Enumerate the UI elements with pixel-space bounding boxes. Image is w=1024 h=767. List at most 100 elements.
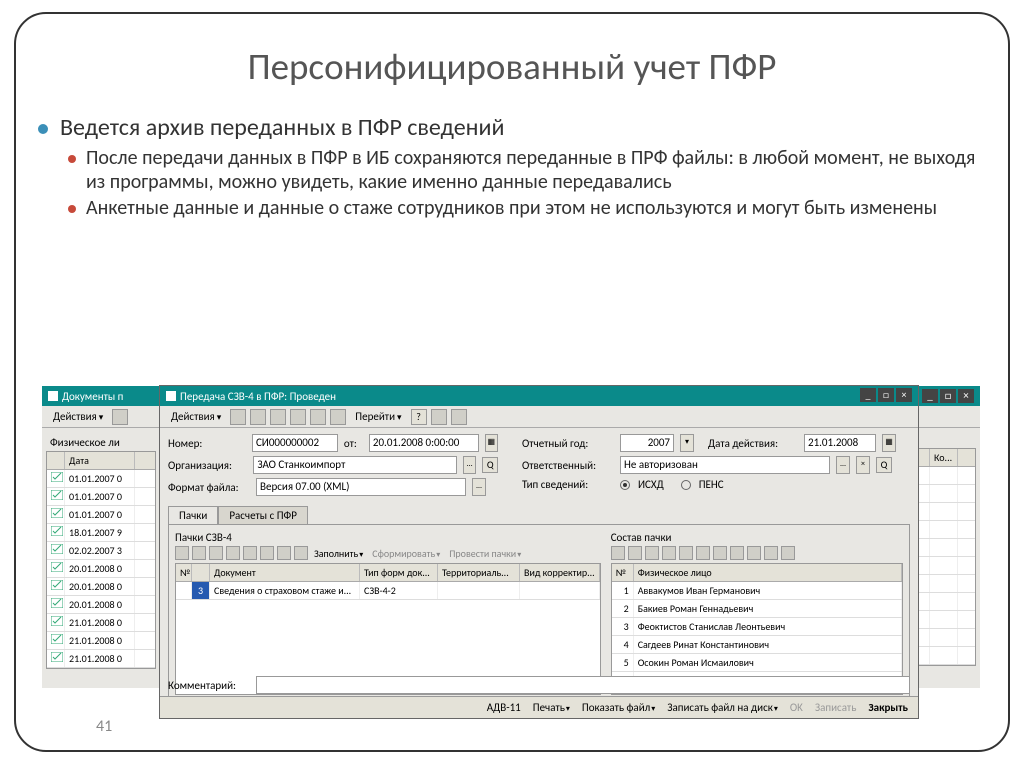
cell-doc: Сведения о страховом стаже и... bbox=[210, 582, 360, 599]
select-icon[interactable]: … bbox=[472, 478, 486, 496]
col-date: Дата bbox=[65, 452, 135, 469]
tab-packs[interactable]: Пачки bbox=[168, 506, 218, 524]
toolbar-icon[interactable] bbox=[662, 546, 676, 560]
comment-field[interactable] bbox=[256, 676, 910, 694]
radio-pens[interactable] bbox=[681, 480, 691, 490]
maximize-icon[interactable]: □ bbox=[878, 388, 894, 402]
window-documents-title: Документы п bbox=[42, 386, 160, 406]
clear-icon[interactable]: × bbox=[856, 456, 870, 474]
row-icon bbox=[47, 578, 65, 595]
toolbar-icon[interactable] bbox=[243, 546, 257, 560]
select-icon[interactable]: … bbox=[836, 456, 850, 474]
toolbar-icon[interactable] bbox=[764, 546, 778, 560]
toolbar-icon[interactable] bbox=[226, 546, 240, 560]
toolbar-icon[interactable] bbox=[645, 546, 659, 560]
date-picker-icon[interactable]: ▦ bbox=[882, 434, 896, 452]
table-row[interactable]: 3 Сведения о страховом стаже и... СЗВ-4-… bbox=[176, 582, 600, 600]
print-button[interactable]: Печать bbox=[531, 701, 572, 714]
toolbar-icon[interactable] bbox=[747, 546, 761, 560]
stepper-icon[interactable]: ▾ bbox=[680, 434, 694, 452]
row-icon bbox=[47, 470, 65, 487]
toolbar-icon[interactable] bbox=[696, 546, 710, 560]
toolbar-icon[interactable] bbox=[209, 546, 223, 560]
table-row[interactable]: 1Аввакумов Иван Германович bbox=[612, 582, 902, 600]
minimize-icon[interactable]: _ bbox=[860, 388, 876, 402]
date-picker-icon[interactable]: ▦ bbox=[485, 434, 498, 452]
year-field[interactable]: 2007 bbox=[620, 434, 674, 452]
toolbar-icon[interactable] bbox=[310, 409, 326, 425]
close-button[interactable]: Закрыть bbox=[866, 701, 910, 714]
table-row[interactable]: 20.01.2008 0 bbox=[47, 560, 155, 578]
savefile-button[interactable]: Записать файл на диск bbox=[665, 701, 780, 714]
toolbar-icon[interactable] bbox=[330, 409, 346, 425]
toolbar-icon[interactable] bbox=[431, 409, 447, 425]
bullet-1-2: Анкетные данные и данные о стаже сотрудн… bbox=[68, 196, 986, 220]
org-field[interactable]: ЗАО Станкоимпорт bbox=[253, 456, 456, 474]
minimize-icon[interactable]: _ bbox=[922, 389, 938, 403]
toolbar-icon[interactable] bbox=[270, 409, 286, 425]
help-icon[interactable]: ? bbox=[411, 409, 427, 425]
form-button[interactable]: Сформировать bbox=[369, 547, 443, 560]
adv11-button[interactable]: АДВ-11 bbox=[485, 701, 523, 714]
ok-button[interactable]: OK bbox=[788, 701, 805, 714]
panel-packs-title: Пачки СЗВ-4 bbox=[175, 531, 601, 544]
toolbar-icon[interactable] bbox=[250, 409, 266, 425]
close-icon[interactable]: × bbox=[896, 388, 912, 402]
toolbar-icon[interactable] bbox=[230, 409, 246, 425]
table-row[interactable]: 21.01.2008 0 bbox=[47, 632, 155, 650]
toolbar-icon[interactable] bbox=[112, 409, 128, 425]
process-button[interactable]: Провести пачки bbox=[446, 547, 524, 560]
toolbar-icon[interactable] bbox=[290, 409, 306, 425]
number-field[interactable]: СИ000000002 bbox=[252, 434, 338, 452]
toolbar-icon[interactable] bbox=[175, 546, 189, 560]
toolbar-icon[interactable] bbox=[713, 546, 727, 560]
actions-menu[interactable]: Действия bbox=[48, 408, 108, 425]
table-row[interactable]: 01.01.2007 0 bbox=[47, 506, 155, 524]
toolbar-icon[interactable] bbox=[730, 546, 744, 560]
goto-menu[interactable]: Перейти bbox=[350, 408, 406, 425]
date-act-field[interactable]: 21.01.2008 bbox=[804, 434, 876, 452]
toolbar-icon[interactable] bbox=[192, 546, 206, 560]
toolbar-icon[interactable] bbox=[611, 546, 625, 560]
toolbar-icon[interactable] bbox=[294, 546, 308, 560]
table-row[interactable]: 3Феоктистов Станислав Леонтьевич bbox=[612, 618, 902, 636]
select-icon[interactable]: … bbox=[463, 456, 477, 474]
close-icon[interactable]: × bbox=[958, 389, 974, 403]
table-row[interactable]: 01.01.2007 0 bbox=[47, 470, 155, 488]
write-button[interactable]: Записать bbox=[813, 701, 858, 714]
field-label: Физическое ли bbox=[50, 436, 156, 449]
toolbar-icon[interactable] bbox=[277, 546, 291, 560]
maximize-icon[interactable]: □ bbox=[940, 389, 956, 403]
org-label: Организация: bbox=[168, 459, 247, 472]
table-row[interactable]: 2Бакиев Роман Геннадьевич bbox=[612, 600, 902, 618]
fill-button[interactable]: Заполнить bbox=[311, 547, 366, 560]
toolbar-icon[interactable] bbox=[679, 546, 693, 560]
resp-field[interactable]: Не авторизован bbox=[620, 456, 830, 474]
bullet-1: Ведется архив переданных в ПФР сведений bbox=[38, 113, 986, 142]
table-row[interactable]: 5Осокин Роман Исмаилович bbox=[612, 654, 902, 672]
toolbar-icon[interactable] bbox=[260, 546, 274, 560]
radio-ishd[interactable] bbox=[620, 480, 630, 490]
row-icon bbox=[47, 524, 65, 541]
table-row[interactable]: 02.02.2007 3 bbox=[47, 542, 155, 560]
col-ko: Ко... bbox=[930, 449, 958, 466]
actions-menu[interactable]: Действия bbox=[166, 408, 226, 425]
table-row[interactable]: 21.01.2008 0 bbox=[47, 614, 155, 632]
toolbar-icon[interactable] bbox=[781, 546, 795, 560]
table-row[interactable]: 01.01.2007 0 bbox=[47, 488, 155, 506]
table-row[interactable]: 20.01.2008 0 bbox=[47, 596, 155, 614]
showfile-button[interactable]: Показать файл bbox=[580, 701, 657, 714]
from-field[interactable]: 20.01.2008 0:00:00 bbox=[369, 434, 479, 452]
table-row[interactable]: 18.01.2007 9 bbox=[47, 524, 155, 542]
lookup-icon[interactable]: Q bbox=[876, 457, 892, 473]
toolbar-icon[interactable] bbox=[628, 546, 642, 560]
table-row[interactable]: 21.01.2008 0 bbox=[47, 650, 155, 668]
fmt-field[interactable]: Версия 07.00 (XML) bbox=[256, 478, 466, 496]
lookup-icon[interactable]: Q bbox=[482, 457, 498, 473]
window-szv4-title: Передача СЗВ-4 в ПФР: Проведен _ □ × bbox=[160, 386, 918, 406]
toolbar-icon[interactable] bbox=[451, 409, 467, 425]
table-row[interactable]: 4Сагдеев Ринат Константинович bbox=[612, 636, 902, 654]
tab-calc-pfr[interactable]: Расчеты с ПФР bbox=[218, 506, 308, 524]
table-row[interactable]: 20.01.2008 0 bbox=[47, 578, 155, 596]
window-documents: Документы п Действия Физическое ли Дата … bbox=[42, 386, 160, 688]
